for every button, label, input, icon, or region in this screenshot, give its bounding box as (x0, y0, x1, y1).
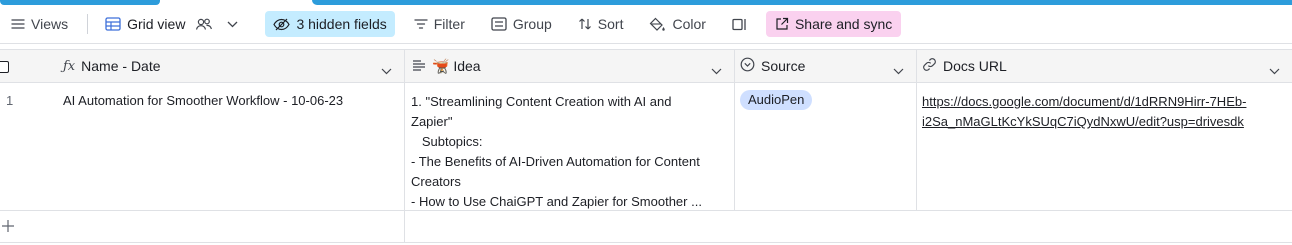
chevron-down-icon (227, 21, 238, 28)
filter-icon (414, 18, 428, 30)
row-height-icon (732, 18, 747, 31)
chevron-down-icon[interactable] (893, 62, 904, 78)
row-number: 1 (6, 93, 14, 108)
chevron-down-icon[interactable] (1269, 62, 1280, 78)
column-header-source[interactable]: Source (735, 50, 917, 82)
share-and-sync-button[interactable]: Share and sync (765, 11, 902, 37)
views-label: Views (31, 16, 69, 32)
sort-button[interactable]: Sort (571, 11, 631, 37)
hidden-fields-label: 3 hidden fields (296, 16, 387, 32)
plus-icon[interactable] (1, 219, 15, 236)
group-label: Group (512, 16, 552, 32)
idea-line: Subtopics: (411, 134, 483, 149)
column-label: Docs URL (943, 58, 1007, 74)
add-row-cell[interactable] (0, 211, 405, 242)
name-date-cell[interactable]: 1 AI Automation for Smoother Workflow - … (0, 83, 405, 210)
filter-label: Filter (433, 16, 465, 32)
data-grid: ƒx Name - Date 🫕 Idea Source Docs URL 1 … (0, 49, 1292, 243)
link-icon (922, 57, 937, 75)
grid-icon (105, 17, 121, 31)
column-header-idea[interactable]: 🫕 Idea (405, 50, 735, 82)
add-row-bar[interactable] (0, 211, 1292, 243)
grid-view-label: Grid view (127, 16, 186, 32)
sort-icon (578, 17, 592, 31)
column-label: Name - Date (81, 58, 161, 74)
sort-label: Sort (597, 16, 624, 32)
row-height-button[interactable] (725, 11, 754, 37)
select-all-checkbox[interactable] (0, 61, 9, 73)
paint-bucket-icon (649, 17, 666, 32)
idea-line: Zapier" (411, 114, 453, 129)
hidden-fields-button[interactable]: 3 hidden fields (265, 11, 395, 37)
column-label: 🫕 Idea (432, 57, 481, 74)
menu-icon (11, 18, 25, 30)
group-button[interactable]: Group (484, 11, 559, 37)
source-tag: AudioPen (740, 90, 813, 110)
column-label: Source (761, 58, 806, 74)
share-label: Share and sync (794, 16, 893, 32)
grid-view-button[interactable]: Grid view (98, 11, 245, 37)
column-header-docs-url[interactable]: Docs URL (917, 50, 1292, 82)
share-icon (775, 17, 789, 31)
toolbar-divider (87, 14, 89, 34)
long-text-icon (412, 58, 426, 74)
idea-line: - The Benefits of AI-Driven Automation f… (411, 154, 700, 169)
idea-line: Creators (411, 174, 461, 189)
views-button[interactable]: Views (4, 11, 75, 37)
docs-url-cell[interactable]: https://docs.google.com/document/d/1dRRN… (917, 83, 1292, 210)
eye-slash-icon (273, 18, 291, 31)
group-icon (491, 17, 507, 31)
url-line: i2Sa_nMaGLtKcYkSUqC7iQydNxwU/edit?usp=dr… (922, 114, 1244, 129)
formula-icon: ƒx (63, 58, 76, 74)
chevron-down-icon[interactable] (711, 62, 722, 78)
column-header-name-date[interactable]: ƒx Name - Date (0, 50, 405, 82)
url-line: https://docs.google.com/document/d/1dRRN… (922, 94, 1247, 109)
idea-cell[interactable]: 1. "Streamlining Content Creation with A… (405, 83, 735, 210)
idea-line: - How to Use ChaiGPT and Zapier for Smoo… (411, 194, 702, 209)
view-toolbar: Views Grid view 3 hidden fields Filter G… (0, 5, 1292, 44)
table-row[interactable]: 1 AI Automation for Smoother Workflow - … (0, 83, 1292, 211)
chevron-down-icon[interactable] (381, 62, 392, 78)
idea-line: 1. "Streamlining Content Creation with A… (411, 94, 672, 109)
collaborators-icon (195, 17, 213, 31)
filter-button[interactable]: Filter (407, 11, 472, 37)
color-label: Color (672, 16, 706, 32)
color-button[interactable]: Color (642, 11, 712, 37)
name-date-value: AI Automation for Smoother Workflow - 10… (63, 93, 344, 108)
docs-url-link[interactable]: https://docs.google.com/document/d/1dRRN… (922, 92, 1246, 132)
single-select-icon (740, 57, 755, 75)
source-cell[interactable]: AudioPen (735, 83, 917, 210)
grid-header: ƒx Name - Date 🫕 Idea Source Docs URL (0, 49, 1292, 83)
